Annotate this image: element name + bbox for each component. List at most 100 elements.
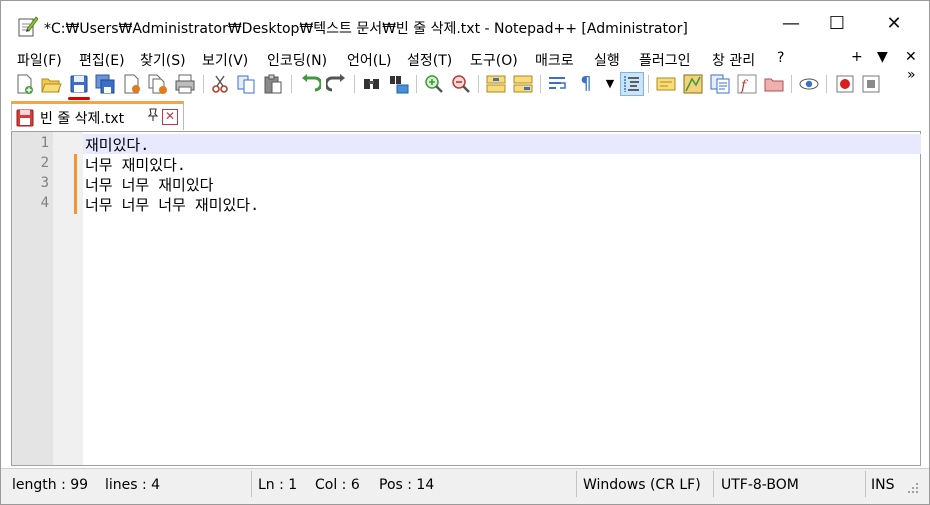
close-file-icon[interactable] xyxy=(121,73,143,95)
menu-view[interactable]: 보기(V) xyxy=(202,50,248,70)
menu-bar: 파일(F) 편집(E) 찾기(S) 보기(V) 인코딩(N) 언어(L) 설정(… xyxy=(1,45,929,71)
indent-guide-icon[interactable] xyxy=(620,72,644,96)
redo-icon[interactable] xyxy=(326,73,348,95)
line-number: 1 xyxy=(40,135,49,151)
maximize-icon: ☐ xyxy=(828,12,846,34)
monitoring-icon[interactable] xyxy=(798,73,820,95)
notepadpp-app-icon xyxy=(18,16,38,37)
status-encoding[interactable]: UTF-8-BOM xyxy=(721,477,799,493)
editor-area[interactable]: 1 2 3 4 재미있다. 너무 재미있다. 너무 너무 재미있다 너무 너무 … xyxy=(11,131,921,466)
tab-bar: 빈 줄 삭제.txt ✕ xyxy=(1,99,929,131)
show-all-chars-icon[interactable]: ¶ xyxy=(575,73,597,95)
folder-workspace-icon[interactable] xyxy=(763,73,785,95)
cut-icon[interactable] xyxy=(209,73,231,95)
status-ln: Ln : 1 xyxy=(258,477,298,493)
paste-icon[interactable] xyxy=(262,73,284,95)
code-line[interactable]: 너무 너무 재미있다 xyxy=(85,174,213,195)
toolbar-separator xyxy=(648,75,649,93)
doc-map-icon[interactable] xyxy=(682,73,704,95)
title-bar[interactable]: *C:₩Users₩Administrator₩Desktop₩텍스트 문서₩빈… xyxy=(1,1,929,45)
function-list-icon[interactable] xyxy=(709,73,731,95)
toolbar-separator xyxy=(791,75,792,93)
close-window-button[interactable]: ✕ xyxy=(871,1,917,45)
notepadpp-window: *C:₩Users₩Administrator₩Desktop₩텍스트 문서₩빈… xyxy=(0,0,930,505)
tab-label: 빈 줄 삭제.txt xyxy=(40,111,125,127)
pin-icon[interactable] xyxy=(147,108,159,126)
sync-horizontal-icon[interactable] xyxy=(512,73,534,95)
new-file-icon[interactable] xyxy=(14,73,36,95)
tab-document[interactable]: 빈 줄 삭제.txt ✕ xyxy=(11,101,184,130)
tab-close-icon[interactable]: ✕ xyxy=(162,109,178,125)
word-wrap-icon[interactable] xyxy=(547,73,569,95)
menu-help[interactable]: ? xyxy=(777,50,784,66)
menu-edit[interactable]: 편집(E) xyxy=(79,50,125,70)
user-language-icon[interactable] xyxy=(655,73,677,95)
close-icon: ✕ xyxy=(886,12,902,34)
toolbar: ¶ ▼ f » xyxy=(1,67,929,100)
maximize-button[interactable]: ☐ xyxy=(814,1,860,45)
dropdown-arrow-icon[interactable]: ▼ xyxy=(599,73,621,95)
toolbar-separator xyxy=(203,75,204,93)
status-separator xyxy=(713,471,714,497)
dropdown-arrow-icon[interactable]: ▼ xyxy=(877,49,888,65)
code-line[interactable]: 너무 재미있다. xyxy=(85,154,186,175)
menu-window[interactable]: 창 관리 xyxy=(712,50,755,70)
toolbar-separator xyxy=(416,75,417,93)
replace-icon[interactable] xyxy=(388,73,410,95)
menu-macro[interactable]: 매크로 xyxy=(535,50,574,70)
status-insert-mode[interactable]: INS xyxy=(871,477,895,493)
code-line[interactable]: 너무 너무 너무 재미있다. xyxy=(85,194,259,215)
open-file-icon[interactable] xyxy=(40,73,62,95)
menu-settings[interactable]: 설정(T) xyxy=(407,50,452,70)
window-title: *C:₩Users₩Administrator₩Desktop₩텍스트 문서₩빈… xyxy=(44,21,688,37)
status-separator xyxy=(576,471,577,497)
menu-encoding[interactable]: 인코딩(N) xyxy=(267,50,327,70)
minimize-button[interactable]: — xyxy=(768,1,814,45)
resize-grip-icon[interactable] xyxy=(906,481,920,495)
zoom-out-icon[interactable] xyxy=(450,73,472,95)
save-all-icon[interactable] xyxy=(94,73,116,95)
function-icon[interactable]: f xyxy=(736,73,758,95)
toolbar-separator xyxy=(826,75,827,93)
status-bar: length : 99 lines : 4 Ln : 1 Col : 6 Pos… xyxy=(1,468,929,504)
close-doc-icon[interactable]: ✕ xyxy=(905,49,917,65)
menu-search[interactable]: 찾기(S) xyxy=(140,50,186,70)
menu-tools[interactable]: 도구(O) xyxy=(470,50,518,70)
line-number: 3 xyxy=(40,175,49,191)
current-line-highlight xyxy=(83,134,921,154)
toolbar-separator xyxy=(354,75,355,93)
save-icon[interactable] xyxy=(68,73,90,95)
status-pos: Pos : 14 xyxy=(379,477,435,493)
zoom-in-icon[interactable] xyxy=(423,73,445,95)
status-separator xyxy=(251,471,252,497)
change-history-marker xyxy=(74,154,77,214)
status-separator xyxy=(865,471,866,497)
menu-plugins[interactable]: 플러그인 xyxy=(639,50,691,70)
unsaved-file-icon xyxy=(16,109,34,127)
line-number: 2 xyxy=(40,155,49,171)
find-icon[interactable] xyxy=(361,73,383,95)
menu-run[interactable]: 실행 xyxy=(594,50,620,70)
print-icon[interactable] xyxy=(174,73,196,95)
menu-language[interactable]: 언어(L) xyxy=(347,50,391,70)
status-col: Col : 6 xyxy=(315,477,360,493)
line-number: 4 xyxy=(40,195,49,211)
toolbar-separator xyxy=(478,75,479,93)
menu-file[interactable]: 파일(F) xyxy=(17,50,62,70)
status-lines: lines : 4 xyxy=(105,477,161,493)
status-length: length : 99 xyxy=(12,477,89,493)
toolbar-separator xyxy=(540,75,541,93)
minimize-icon: — xyxy=(782,12,800,34)
record-macro-icon[interactable] xyxy=(834,73,856,95)
sync-vertical-icon[interactable] xyxy=(485,73,507,95)
toolbar-separator xyxy=(291,75,292,93)
undo-icon[interactable] xyxy=(299,73,321,95)
status-eol[interactable]: Windows (CR LF) xyxy=(583,477,701,493)
plus-icon[interactable]: + xyxy=(851,49,863,65)
code-line[interactable]: 재미있다. xyxy=(85,134,149,155)
close-all-icon[interactable] xyxy=(147,73,169,95)
copy-icon[interactable] xyxy=(235,73,257,95)
toolbar-overflow-icon[interactable]: » xyxy=(907,67,916,83)
stop-record-icon[interactable] xyxy=(860,73,882,95)
fold-margin xyxy=(53,132,83,465)
